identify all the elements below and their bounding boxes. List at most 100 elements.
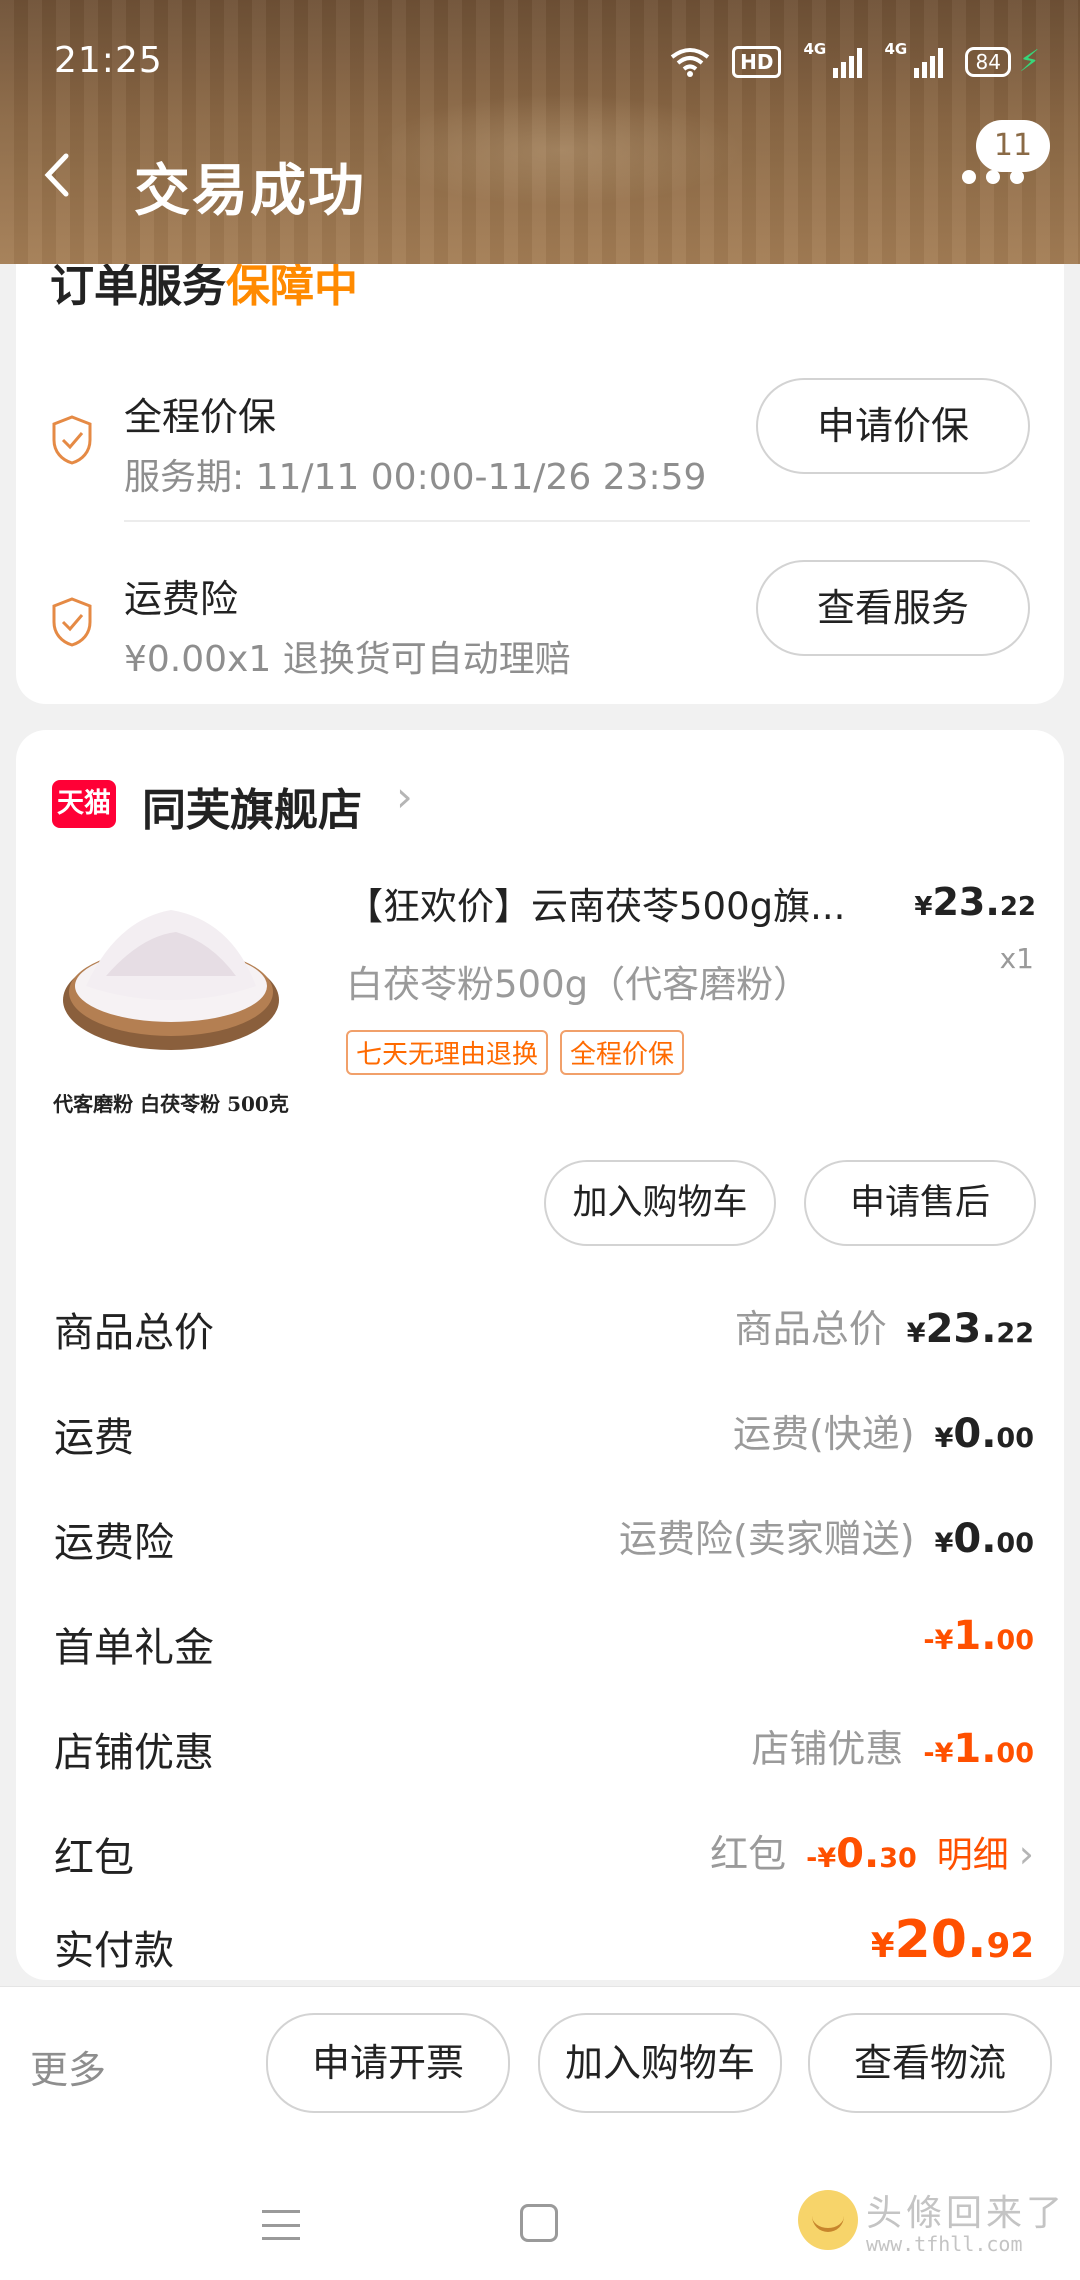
fee-breakdown: 商品总价 商品总价 ¥23.22 运费 运费(快递) ¥0.00 运费险 运费险… [16,1280,1064,2000]
fee-label: 红包 [54,1835,134,1881]
more-actions-button[interactable]: 更多 [30,2039,106,2094]
shield-check-icon [52,597,92,647]
product-price: ¥23.22 [914,880,1036,924]
fee-value: 运费险(卖家赠送) ¥0.00 [619,1508,1034,1563]
after-sale-button[interactable]: 申请售后 [804,1160,1036,1246]
hd-voice-icon: HD [732,45,782,78]
signal-2-label: 4G [884,39,908,58]
amount-decimal: 22 [996,1318,1034,1349]
currency-symbol: ¥ [934,1625,954,1656]
fee-desc: 运费险(卖家赠送) [618,1517,915,1561]
fee-label: 商品总价 [54,1310,214,1356]
fee-row-first-order-gift: 首单礼金 -¥1.00 [16,1595,1064,1700]
order-detail-card: 天猫 同芙旗舰店 › 代客磨粉 白茯苓粉 500克 【狂欢价】云南茯苓500g旗… [16,730,1064,1980]
fee-value: 店铺优惠 -¥1.00 [751,1718,1034,1773]
view-service-button[interactable]: 查看服务 [756,560,1030,656]
dot-icon [962,170,976,184]
battery-icon: 84 [965,46,1011,77]
status-icons: HD 4G 4G 84 ⚡ [670,40,1040,79]
message-count-badge[interactable]: 11 [976,120,1050,172]
fee-label: 运费险 [54,1520,174,1566]
fee-row-red-packet: 红包 红包 -¥0.30 明细 › [16,1805,1064,1910]
fee-row-shipping-insurance: 运费险 运费险(卖家赠送) ¥0.00 [16,1490,1064,1595]
chevron-right-icon[interactable]: › [1019,1832,1034,1876]
signal-icon-1: 4G [803,40,863,78]
fee-row-shop-discount: 店铺优惠 店铺优惠 -¥1.00 [16,1700,1064,1805]
tag-seven-day-return: 七天无理由退换 [346,1030,549,1075]
product-sku: 白茯苓粉500g（代客磨粉） [346,963,811,1006]
total-amount: ¥20.92 [871,1910,1034,1970]
shop-name[interactable]: 同芙旗舰店 [142,774,362,838]
dot-icon [986,170,1000,184]
more-options-button[interactable] [962,170,1024,184]
fee-value[interactable]: 红包 -¥0.30 明细 › [710,1823,1034,1878]
service-status-highlight: 保障中 [226,261,358,312]
smiley-icon [797,2190,858,2250]
service-heading-text: 订单服务 [50,261,226,312]
fee-desc: 店铺优惠 [751,1727,904,1771]
product-quantity: x1 [999,942,1034,975]
amount-decimal: 92 [986,1926,1034,1966]
total-value: ¥20.92 [871,1910,1034,1970]
amount-decimal: 30 [879,1843,917,1874]
back-button[interactable] [42,150,86,206]
currency-symbol: ¥ [934,1738,954,1769]
price-integer: 23. [932,880,1000,924]
service-title: 运费险 [124,577,239,621]
amount-decimal: 00 [996,1528,1034,1559]
service-title: 全程价保 [124,395,277,439]
fee-amount: ¥23.22 [907,1306,1034,1352]
minus-sign: - [923,1738,935,1769]
watermark-url: www.tfhll.com [865,2232,1023,2256]
fee-label: 店铺优惠 [54,1730,214,1776]
view-logistics-button[interactable]: 查看物流 [808,2013,1052,2113]
status-time: 21:25 [54,40,163,81]
home-square-icon[interactable] [520,2204,558,2242]
product-image[interactable]: 代客磨粉 白茯苓粉 500克 [46,880,296,1130]
page-title: 交易成功 [134,159,366,224]
amount-integer: 0. [836,1831,880,1877]
service-item-price-protect: 全程价保 服务期: 11/11 00:00-11/26 23:59 申请价保 [16,378,1064,528]
fee-value: 运费(快递) ¥0.00 [733,1403,1034,1458]
amount-decimal: 00 [996,1738,1034,1769]
product-title[interactable]: 【狂欢价】云南茯苓500g旗... [346,876,886,930]
dot-icon [1010,170,1024,184]
detail-link[interactable]: 明细 [937,1826,1009,1878]
fee-amount: -¥0.30 [806,1831,917,1877]
amount-integer: 1. [953,1726,997,1772]
fee-value: -¥1.00 [923,1613,1034,1659]
watermark: 头條回来了 www.tfhll.com [797,2184,1066,2256]
currency-symbol: ¥ [906,1318,926,1349]
wifi-icon [670,47,710,77]
chevron-right-icon[interactable]: › [396,772,413,821]
order-service-card: 订单服务保障中 全程价保 服务期: 11/11 00:00-11/26 23:5… [16,210,1064,704]
status-bar: 21:25 HD 4G 4G 84 ⚡ [0,0,1080,130]
fee-desc: 商品总价 [734,1307,887,1351]
system-navigation-bar: 头條回来了 www.tfhll.com [0,2154,1080,2280]
service-period: 服务期: 11/11 00:00-11/26 23:59 [124,457,707,498]
service-detail: ¥0.00x1 退换货可自动理赔 [124,639,571,680]
fee-desc: 红包 [710,1832,787,1876]
request-invoice-button[interactable]: 申请开票 [266,2013,510,2113]
service-item-shipping-insurance: 运费险 ¥0.00x1 退换货可自动理赔 查看服务 [16,560,1064,710]
amount-integer: 1. [953,1613,997,1659]
menu-icon[interactable] [262,2210,300,2240]
bottom-action-bar: 更多 申请开票 加入购物车 查看物流 [0,1986,1080,2154]
minus-sign: - [923,1625,935,1656]
signal-icon-2: 4G [884,40,944,78]
apply-price-protect-button[interactable]: 申请价保 [756,378,1030,474]
amount-integer: 0. [953,1411,997,1457]
price-decimal: 22 [999,892,1036,922]
fee-desc: 运费(快递) [732,1412,915,1456]
charging-icon: ⚡ [1018,44,1040,79]
fee-label: 运费 [54,1415,134,1461]
currency-symbol: ¥ [870,1926,895,1966]
currency-symbol: ¥ [934,1423,954,1454]
amount-integer: 0. [953,1516,997,1562]
amount-integer: 20. [894,1910,987,1970]
amount-decimal: 00 [996,1625,1034,1656]
currency-symbol: ¥ [817,1843,837,1874]
currency-symbol: ¥ [934,1528,954,1559]
add-to-cart-bottom-button[interactable]: 加入购物车 [538,2013,782,2113]
add-to-cart-button[interactable]: 加入购物车 [544,1160,776,1246]
